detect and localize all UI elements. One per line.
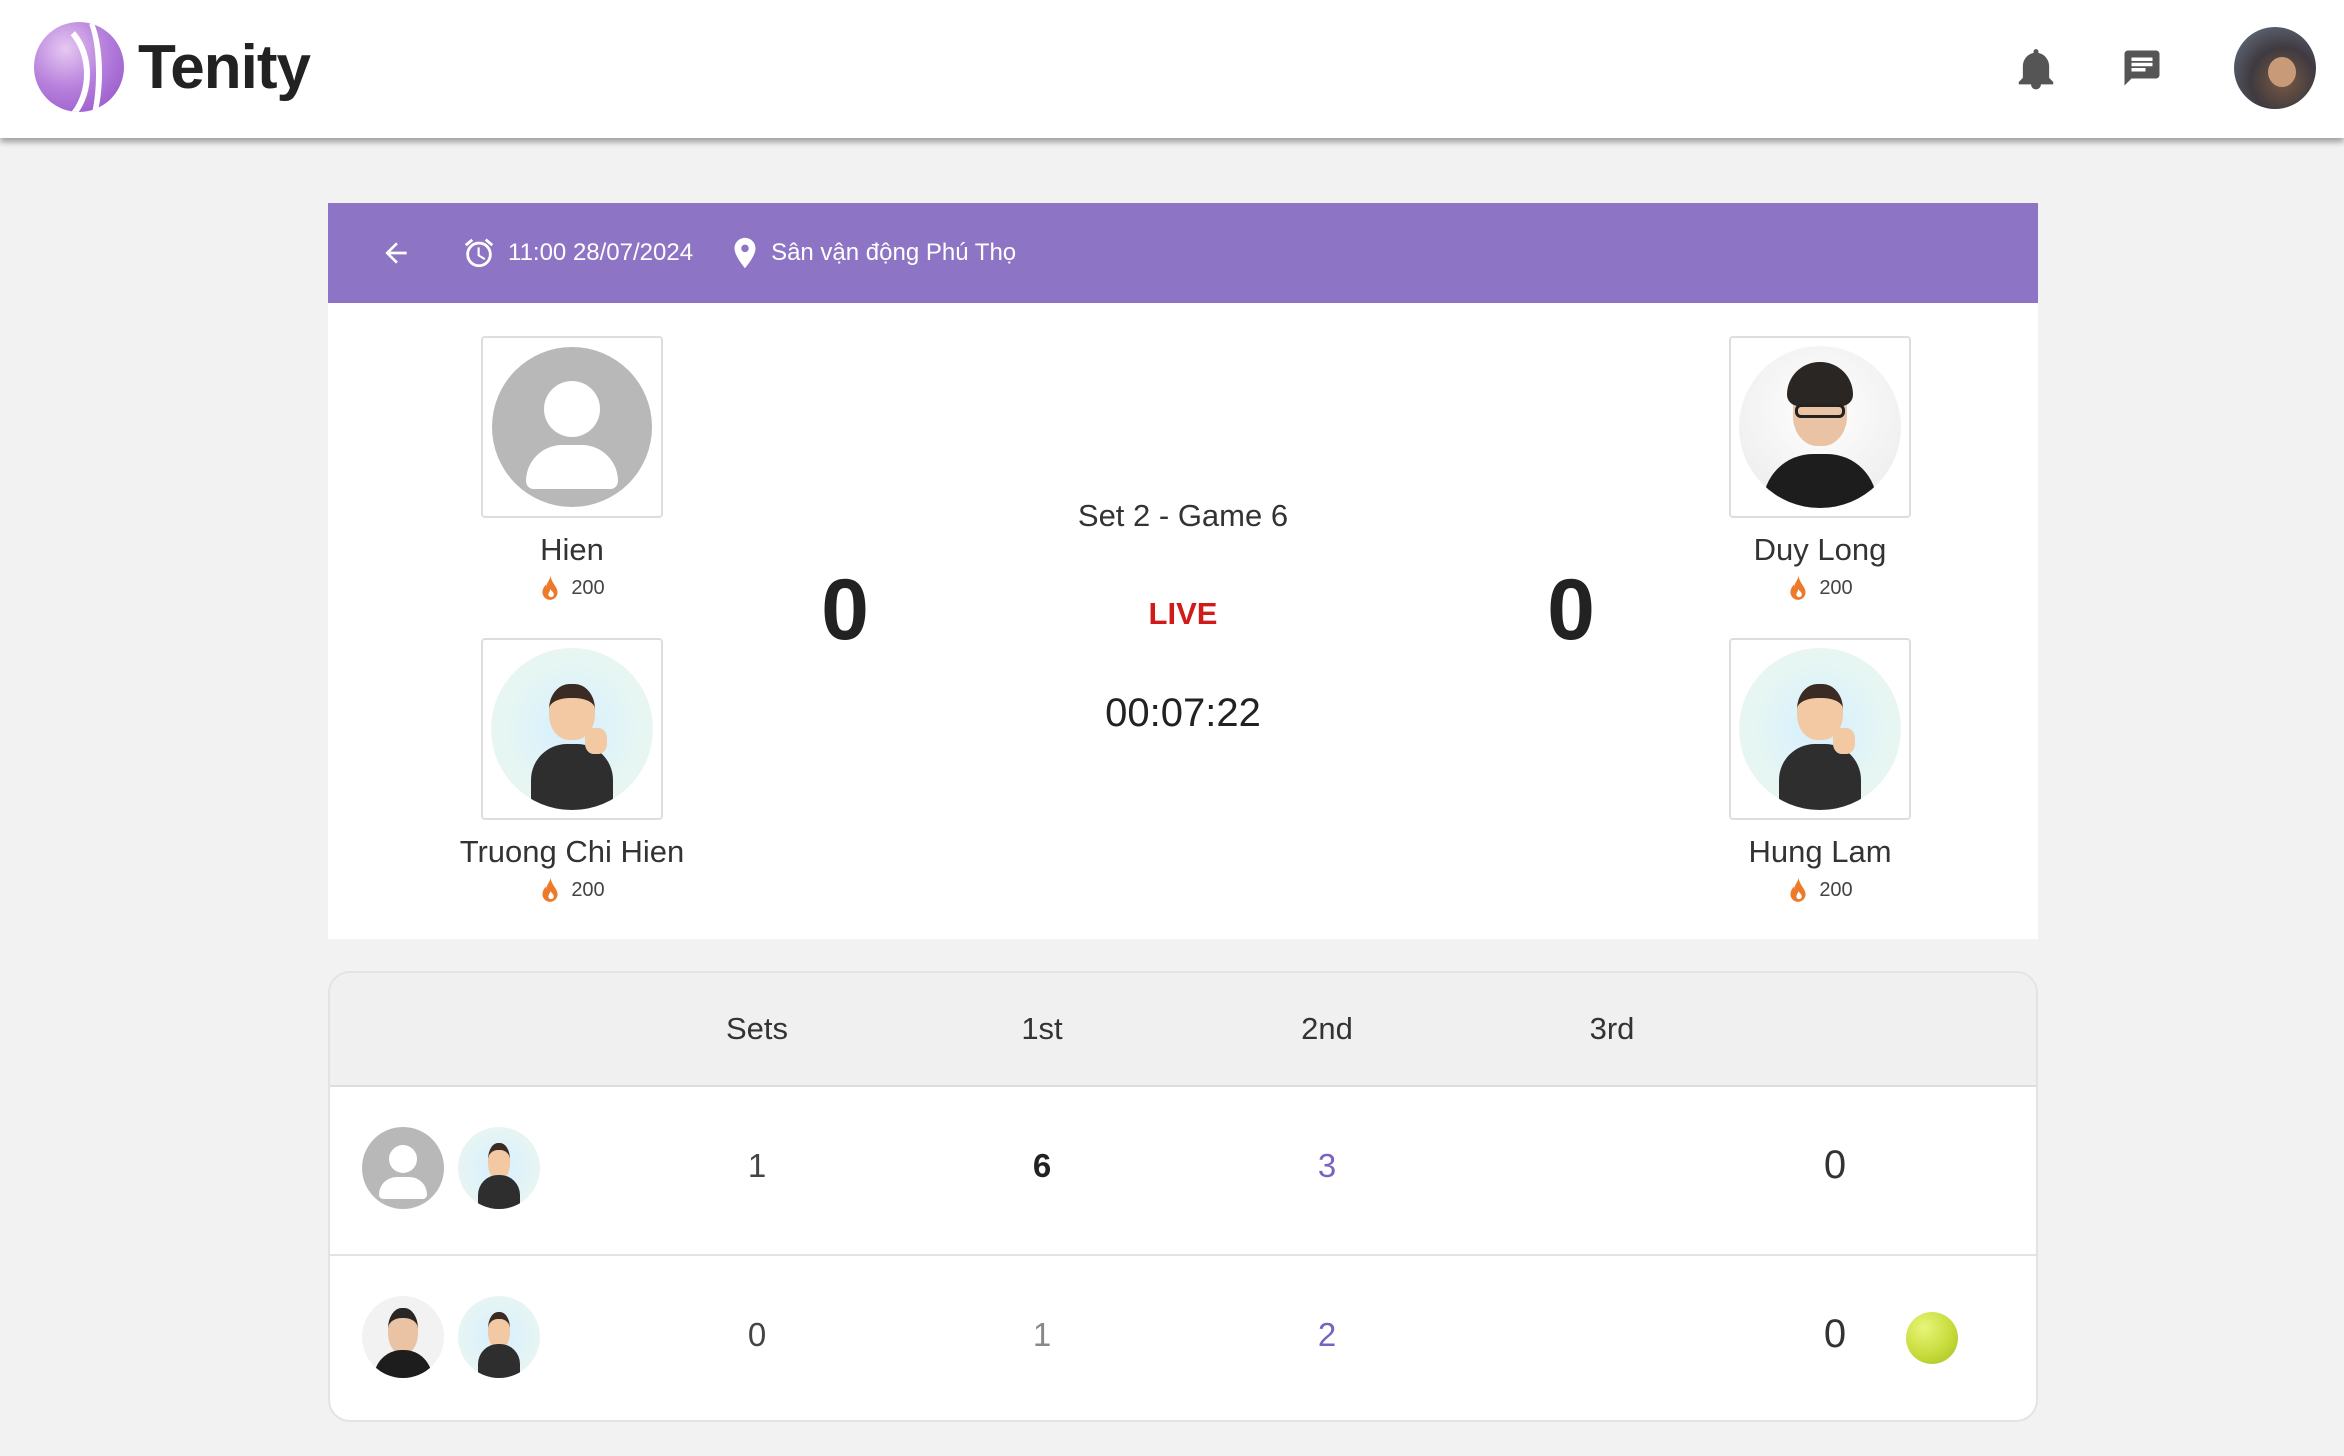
column-header-3rd: 3rd: [1589, 1011, 1635, 1046]
default-avatar-icon: [492, 347, 652, 507]
photo-avatar: [362, 1296, 444, 1378]
set-game-label: Set 2 - Game 6: [1077, 498, 1289, 533]
match-location-text: Sân vận động Phú Thọ: [771, 239, 1017, 266]
player-name: Duy Long: [1753, 532, 1887, 567]
player-card[interactable]: Hien 200: [442, 336, 702, 602]
sets-won: 0: [747, 1316, 767, 1353]
column-header-1st: 1st: [1021, 1011, 1063, 1046]
set-2-games: 3: [1317, 1147, 1337, 1184]
current-game-points: 0: [1823, 1143, 1847, 1187]
cartoon-avatar: [458, 1296, 540, 1378]
tennis-ball-serving-icon: [1906, 1312, 1958, 1364]
match-card: 11:00 28/07/2024 Sân vận động Phú Thọ Hi…: [328, 203, 2038, 939]
app-logo[interactable]: Tenity: [34, 22, 311, 112]
player-avatar-frame: [1729, 336, 1911, 518]
match-timer: 00:07:22: [1105, 691, 1261, 735]
scoreboard-table: Sets 1st 2nd 3rd 1 6 3 0 0 1 2 0: [328, 971, 2038, 1422]
chat-icon[interactable]: [2116, 42, 2168, 94]
sets-won: 1: [747, 1147, 767, 1184]
current-game-points: 0: [1823, 1312, 1847, 1356]
set-2-games: 2: [1317, 1316, 1337, 1353]
match-location: Sân vận động Phú Thọ: [731, 236, 1016, 270]
default-avatar-icon: [362, 1127, 444, 1209]
player-name: Truong Chi Hien: [459, 834, 685, 869]
player-points: 200: [442, 876, 702, 904]
top-navbar: Tenity: [0, 0, 2344, 138]
fire-icon: [542, 877, 558, 902]
match-datetime-text: 11:00 28/07/2024: [508, 239, 694, 266]
app-name: Tenity: [138, 32, 311, 102]
player-card[interactable]: Hung Lam 200: [1690, 638, 1950, 904]
player-card[interactable]: Truong Chi Hien 200: [442, 638, 702, 904]
column-header-sets: Sets: [725, 1011, 789, 1046]
player-points: 200: [1690, 876, 1950, 904]
back-arrow-icon[interactable]: [372, 229, 420, 277]
table-row: 0 1 2 0: [330, 1254, 2036, 1420]
column-header-2nd: 2nd: [1301, 1011, 1353, 1046]
fire-icon: [1790, 877, 1806, 902]
match-header: 11:00 28/07/2024 Sân vận động Phú Thọ: [328, 203, 2038, 303]
user-avatar[interactable]: [2234, 27, 2316, 109]
logo-icon: [34, 22, 124, 112]
player-avatar-frame: [481, 336, 663, 518]
set-1-games: 1: [1032, 1316, 1052, 1353]
live-badge: LIVE: [1148, 596, 1218, 631]
player-name: Hung Lam: [1748, 834, 1892, 869]
table-row: 1 6 3 0: [330, 1087, 2036, 1254]
match-datetime: 11:00 28/07/2024: [462, 236, 693, 270]
player-card[interactable]: Duy Long 200: [1690, 336, 1950, 602]
photo-avatar: [1739, 346, 1901, 508]
location-pin-icon: [734, 237, 756, 269]
player-name: Hien: [540, 532, 604, 567]
set-1-games: 6: [1032, 1147, 1052, 1184]
alarm-clock-icon: [464, 238, 494, 268]
table-header: Sets 1st 2nd 3rd: [330, 973, 2036, 1087]
bell-icon[interactable]: [2010, 42, 2062, 94]
cartoon-avatar: [458, 1127, 540, 1209]
